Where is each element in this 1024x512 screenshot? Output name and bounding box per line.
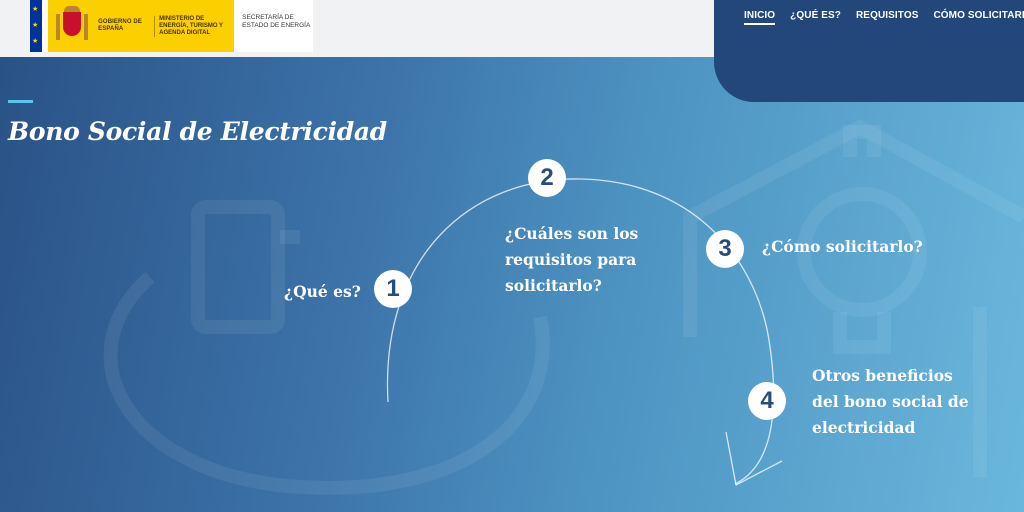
step-2-label[interactable]: ¿Cuáles son los requisitos para solicita… [505,221,655,299]
step-1-label[interactable]: ¿Qué es? [284,279,361,305]
eu-flag-icon: ★ ★ ★ [30,0,48,52]
step-4-label[interactable]: Otros beneficios del bono social de elec… [812,363,972,441]
step-1-number-icon[interactable]: 1 [374,270,412,308]
nav-item-que-es[interactable]: ¿QUÉ ES? [790,10,841,25]
nav-item-inicio[interactable]: INICIO [744,10,776,25]
secretary-label: SECRETARÍA DE ESTADO DE ENERGÍA [242,14,311,29]
gov-yellow-panel: GOBIERNO DE ESPAÑA MINISTERIO DE ENERGÍA… [48,0,235,52]
nav-item-como-solicitarlo[interactable]: CÓMO SOLICITARLO [933,10,1024,25]
government-logo[interactable]: ★ ★ ★ GOBIERNO DE ESPAÑA MINISTERIO DE E… [30,0,313,52]
hero-section: Bono Social de Electricidad ¿Qué es? 1 2… [0,57,1024,512]
title-accent-line [8,100,33,103]
step-4-number-icon[interactable]: 4 [748,382,786,420]
coat-of-arms-icon [54,6,90,46]
main-navigation: INICIO ¿QUÉ ES? REQUISITOS CÓMO SOLICITA… [744,10,1024,25]
step-3-label[interactable]: ¿Cómo solicitarlo? [762,234,923,260]
step-3-number-icon[interactable]: 3 [706,230,744,268]
nav-item-requisitos[interactable]: REQUISITOS [856,10,919,25]
ministry-label: MINISTERIO DE ENERGÍA, TURISMO Y AGENDA … [154,15,234,37]
page-title: Bono Social de Electricidad [8,117,387,146]
gov-label: GOBIERNO DE ESPAÑA [98,19,142,32]
step-2-number-icon[interactable]: 2 [528,159,566,197]
